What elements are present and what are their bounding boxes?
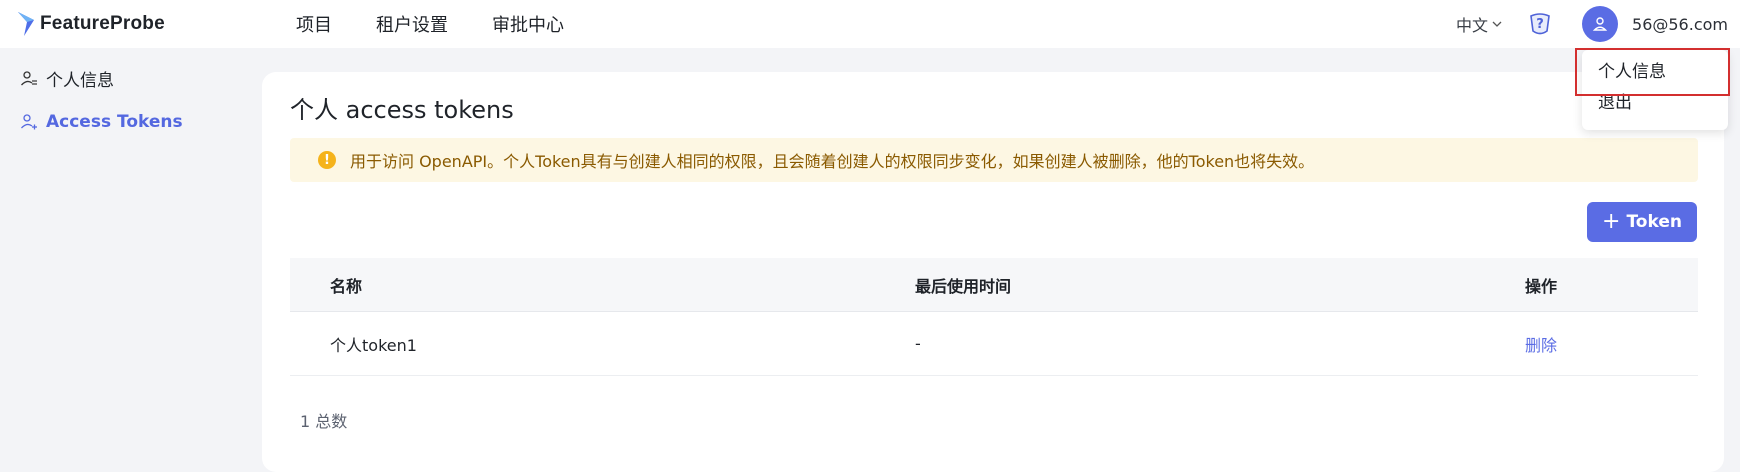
help-icon[interactable]: ? xyxy=(1526,10,1554,38)
logo[interactable]: FeatureProbe xyxy=(16,8,165,40)
chevron-down-icon xyxy=(1492,21,1502,27)
user-icon xyxy=(1592,17,1608,31)
plus-icon: + xyxy=(1602,209,1621,234)
column-header-actions: 操作 xyxy=(1525,276,1558,296)
user-info-icon xyxy=(21,70,37,85)
sidebar-item-profile[interactable]: 个人信息 xyxy=(20,66,114,91)
add-token-button[interactable]: + Token xyxy=(1587,202,1697,242)
logo-icon xyxy=(18,12,34,36)
sidebar-item-label: 个人信息 xyxy=(46,71,114,91)
table-row: 个人token1 - 删除 xyxy=(290,312,1698,376)
main-nav: 项目 租户设置 审批中心 xyxy=(296,0,608,48)
language-label: 中文 xyxy=(1456,16,1489,35)
column-header-last-used: 最后使用时间 xyxy=(915,276,1012,296)
svg-text:?: ? xyxy=(1536,17,1544,32)
user-email[interactable]: 56@56.com xyxy=(1632,15,1728,34)
sidebar: 个人信息 Access Tokens xyxy=(0,48,262,430)
delete-token-link[interactable]: 删除 xyxy=(1525,332,1557,356)
info-notice: ! 用于访问 OpenAPI。个人Token具有与创建人相同的权限，且会随着创建… xyxy=(290,138,1698,182)
token-name-cell: 个人token1 xyxy=(330,335,417,355)
notice-text: 用于访问 OpenAPI。个人Token具有与创建人相同的权限，且会随着创建人的… xyxy=(350,152,1315,171)
top-header: FeatureProbe 项目 租户设置 审批中心 中文 ? 56@56.com xyxy=(0,0,1740,48)
nav-item-approval-center[interactable]: 审批中心 xyxy=(492,11,564,37)
header-right: 中文 ? 56@56.com xyxy=(1456,0,1740,48)
nav-item-tenant-settings[interactable]: 租户设置 xyxy=(376,11,448,37)
page-title: 个人 access tokens xyxy=(290,96,514,124)
user-add-icon xyxy=(21,114,37,130)
last-used-cell: - xyxy=(915,334,921,353)
add-token-label: Token xyxy=(1626,212,1682,232)
avatar[interactable] xyxy=(1582,6,1619,42)
sidebar-item-access-tokens[interactable]: Access Tokens xyxy=(20,112,183,132)
tokens-panel: 个人 access tokens ! 用于访问 OpenAPI。个人Token具… xyxy=(262,72,1724,472)
column-header-name: 名称 xyxy=(330,276,363,296)
total-count: 1 总数 xyxy=(300,412,348,431)
nav-item-projects[interactable]: 项目 xyxy=(296,11,332,37)
tokens-table: 名称 最后使用时间 操作 个人token1 - 删除 xyxy=(290,258,1698,376)
logo-text: FeatureProbe xyxy=(40,13,165,34)
sidebar-item-label: Access Tokens xyxy=(46,112,183,132)
table-header: 名称 最后使用时间 操作 xyxy=(290,258,1698,312)
language-selector[interactable]: 中文 xyxy=(1456,12,1502,36)
highlight-box xyxy=(1575,48,1730,96)
warning-icon: ! xyxy=(318,151,336,169)
